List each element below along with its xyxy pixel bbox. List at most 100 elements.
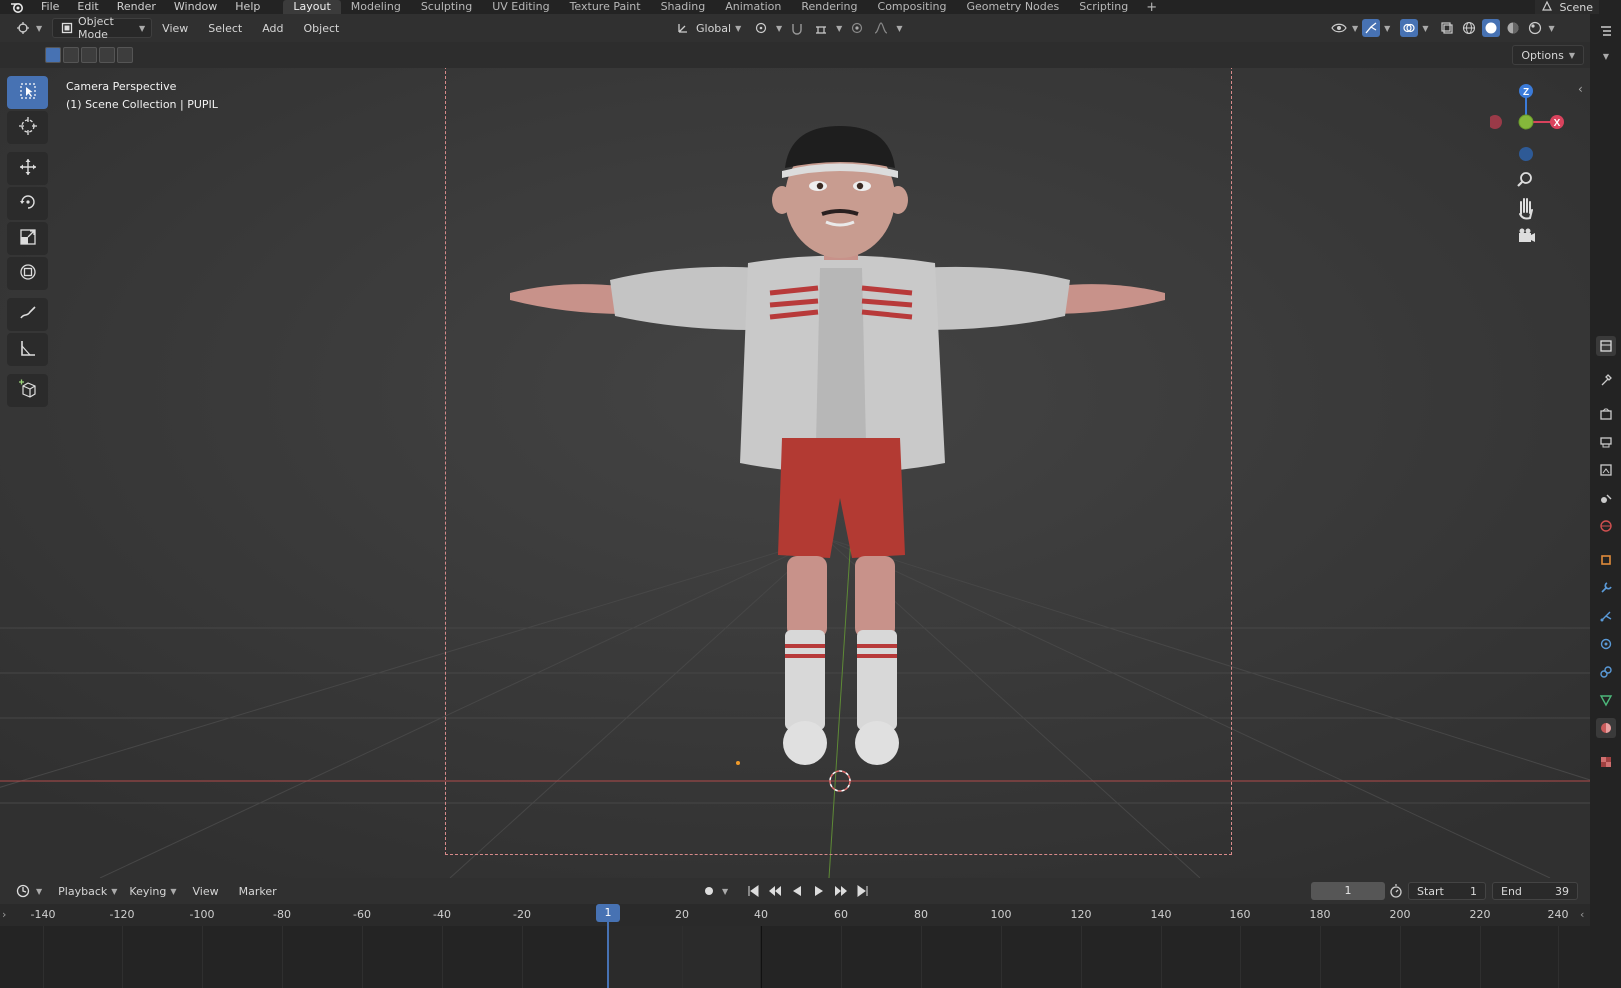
tool-rotate[interactable]: [7, 187, 48, 220]
chevron-left-icon[interactable]: ‹: [1578, 82, 1583, 96]
playback-menu[interactable]: Playback ▼: [52, 881, 123, 901]
scene-selector[interactable]: Scene: [1535, 0, 1599, 14]
mesh-data-icon[interactable]: [1596, 690, 1616, 710]
falloff-icon[interactable]: [872, 19, 890, 37]
proportional-edit-icon[interactable]: [848, 19, 866, 37]
outliner-icon[interactable]: [1596, 22, 1616, 42]
xray-icon[interactable]: [1438, 19, 1456, 37]
tool-measure[interactable]: [7, 333, 48, 366]
timeline-marker-menu[interactable]: Marker: [229, 885, 287, 898]
tab-uv-editing[interactable]: UV Editing: [482, 0, 559, 14]
tab-compositing[interactable]: Compositing: [868, 0, 957, 14]
zoom-icon[interactable]: [1517, 172, 1532, 187]
timeline-ruler[interactable]: › -140 -120 -100 -80 -60 -40 -20 20 40 6…: [0, 904, 1590, 926]
material-shading-icon[interactable]: [1504, 19, 1522, 37]
blender-logo-icon[interactable]: [10, 0, 26, 14]
start-frame-field[interactable]: Start 1: [1408, 882, 1486, 900]
overlays-icon[interactable]: [1400, 19, 1419, 37]
tool-transform[interactable]: [7, 257, 48, 290]
view-layer-icon[interactable]: [1596, 460, 1616, 480]
tab-scripting[interactable]: Scripting: [1069, 0, 1138, 14]
chevron-right-icon[interactable]: ›: [2, 908, 6, 921]
tab-rendering[interactable]: Rendering: [791, 0, 867, 14]
timeline-view-menu[interactable]: View: [183, 885, 229, 898]
tool-move[interactable]: [7, 152, 48, 185]
tab-layout[interactable]: Layout: [283, 0, 341, 14]
tool-settings-icon[interactable]: [1596, 370, 1616, 390]
current-frame-field[interactable]: 1: [1311, 882, 1385, 900]
particles-icon[interactable]: [1596, 606, 1616, 626]
gizmo-toggle-icon[interactable]: [1362, 19, 1381, 37]
snap-icon[interactable]: [788, 19, 806, 37]
wireframe-shading-icon[interactable]: [1460, 19, 1478, 37]
texture-properties-icon[interactable]: [1596, 752, 1616, 772]
tab-shading[interactable]: Shading: [651, 0, 716, 14]
select-intersect-icon[interactable]: [117, 47, 133, 63]
object-properties-icon[interactable]: [1596, 550, 1616, 570]
end-frame-field[interactable]: End 39: [1492, 882, 1578, 900]
stopwatch-icon[interactable]: [1387, 882, 1405, 900]
pivot-point-icon[interactable]: [752, 19, 770, 37]
tool-select-box[interactable]: [7, 76, 48, 109]
tab-modeling[interactable]: Modeling: [341, 0, 411, 14]
timeline-editor-type-button[interactable]: ▼: [8, 881, 48, 901]
play-reverse-icon[interactable]: [788, 882, 806, 900]
add-workspace-button[interactable]: +: [1138, 0, 1165, 14]
material-properties-icon[interactable]: [1596, 718, 1616, 738]
menu-edit[interactable]: Edit: [68, 0, 107, 14]
menu-add[interactable]: Add: [252, 22, 293, 35]
render-properties-icon[interactable]: [1596, 404, 1616, 424]
properties-editor-icon[interactable]: [1596, 336, 1616, 356]
camera-view-icon[interactable]: [1519, 228, 1535, 243]
keying-menu[interactable]: Keying ▼: [123, 881, 182, 901]
camera-frame: [445, 68, 1232, 855]
editor-type-button[interactable]: ▼: [8, 18, 48, 38]
menu-help[interactable]: Help: [226, 0, 269, 14]
chevron-left-icon[interactable]: ‹: [1580, 908, 1584, 921]
play-icon[interactable]: [810, 882, 828, 900]
orientation-dropdown[interactable]: Global ▼: [668, 18, 747, 38]
physics-icon[interactable]: [1596, 634, 1616, 654]
menu-window[interactable]: Window: [165, 0, 226, 14]
tool-scale[interactable]: [7, 222, 48, 255]
scene-properties-icon[interactable]: [1596, 488, 1616, 508]
3d-viewport[interactable]: Camera Perspective (1) Scene Collection …: [0, 68, 1590, 878]
gizmo-neg-z-axis[interactable]: [1519, 147, 1533, 161]
pan-hand-icon[interactable]: [1519, 198, 1533, 220]
select-extend-icon[interactable]: [63, 47, 79, 63]
menu-render[interactable]: Render: [108, 0, 165, 14]
gizmo-neg-x-axis[interactable]: [1490, 115, 1502, 129]
snap-target-icon[interactable]: [812, 19, 830, 37]
select-invert-icon[interactable]: [99, 47, 115, 63]
tab-animation[interactable]: Animation: [715, 0, 791, 14]
output-properties-icon[interactable]: [1596, 432, 1616, 452]
record-icon[interactable]: [700, 882, 718, 900]
jump-end-icon[interactable]: [854, 882, 872, 900]
menu-select[interactable]: Select: [198, 22, 252, 35]
mode-dropdown[interactable]: Object Mode ▼: [52, 15, 153, 41]
tool-cursor[interactable]: [7, 111, 48, 144]
constraints-icon[interactable]: [1596, 662, 1616, 682]
tab-sculpting[interactable]: Sculpting: [411, 0, 482, 14]
tool-annotate[interactable]: [7, 298, 48, 331]
playhead-frame[interactable]: 1: [596, 904, 620, 922]
menu-file[interactable]: File: [32, 0, 68, 14]
next-keyframe-icon[interactable]: [832, 882, 850, 900]
timeline-track-area[interactable]: [0, 926, 1590, 988]
world-properties-icon[interactable]: [1596, 516, 1616, 536]
jump-start-icon[interactable]: [744, 882, 762, 900]
rendered-shading-icon[interactable]: [1526, 19, 1544, 37]
modifier-properties-icon[interactable]: [1596, 578, 1616, 598]
select-subtract-icon[interactable]: [81, 47, 97, 63]
menu-view[interactable]: View: [152, 22, 198, 35]
options-dropdown[interactable]: Options ▼: [1512, 45, 1584, 65]
select-new-icon[interactable]: [45, 47, 61, 63]
tool-add-cube[interactable]: [7, 374, 48, 407]
navigation-gizmo[interactable]: Z X: [1490, 74, 1570, 254]
solid-shading-icon[interactable]: [1482, 19, 1501, 37]
tab-texture-paint[interactable]: Texture Paint: [560, 0, 651, 14]
visibility-icon[interactable]: [1330, 19, 1348, 37]
prev-keyframe-icon[interactable]: [766, 882, 784, 900]
tab-geometry-nodes[interactable]: Geometry Nodes: [956, 0, 1069, 14]
menu-object[interactable]: Object: [294, 22, 350, 35]
